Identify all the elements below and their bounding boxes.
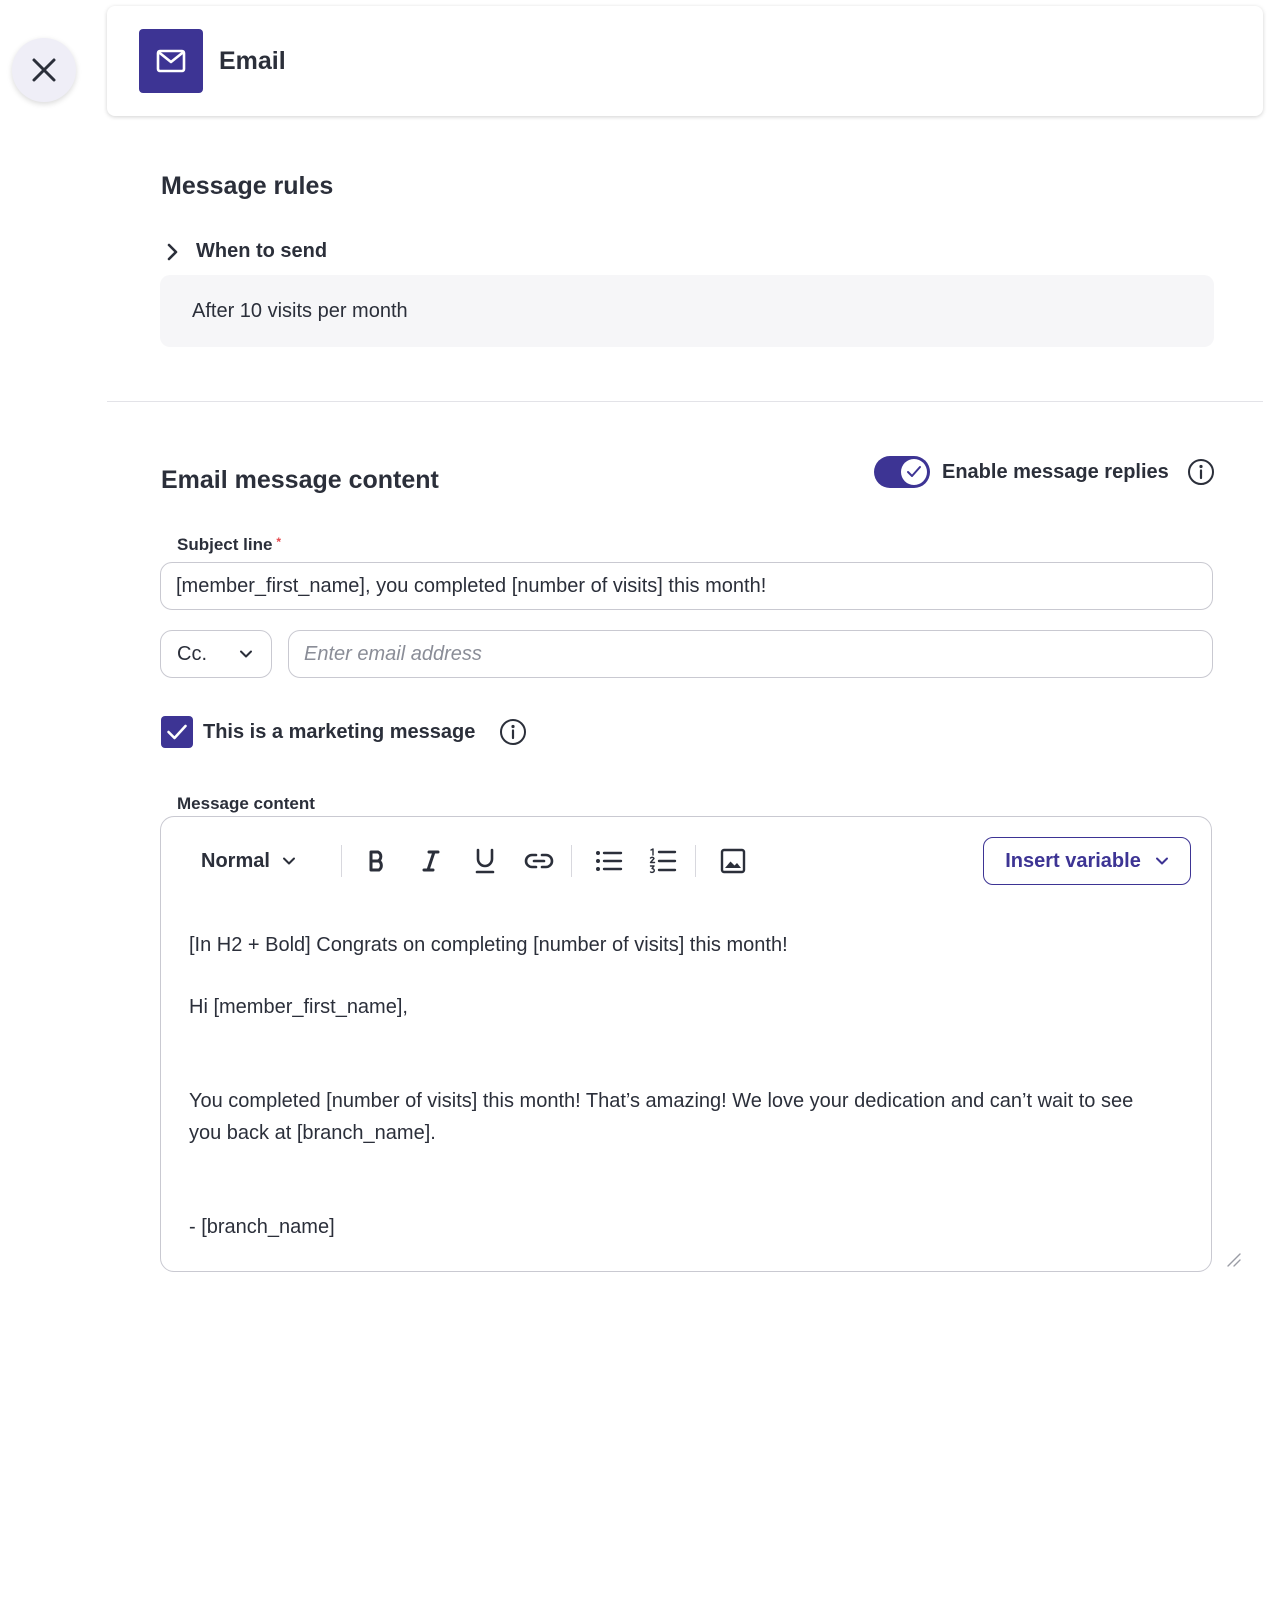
close-icon (32, 58, 56, 82)
message-editor: Normal Insert variable [In H2 + Bold] Co… (160, 816, 1212, 1272)
cc-select[interactable]: Cc. (160, 630, 272, 678)
text-format-select[interactable]: Normal (201, 837, 296, 885)
email-content-title: Email message content (161, 466, 439, 494)
check-icon (907, 466, 921, 477)
marketing-checkbox-label: This is a marketing message (203, 720, 476, 743)
info-icon[interactable] (499, 718, 527, 746)
chevron-down-icon (240, 650, 252, 658)
subject-line-label: Subject line * (177, 535, 281, 555)
link-icon (524, 853, 554, 869)
toolbar-separator (571, 845, 572, 877)
cc-select-value: Cc. (177, 642, 207, 665)
mail-icon-tile (139, 29, 203, 93)
send-rule-summary: After 10 visits per month (160, 275, 1214, 347)
toolbar-separator (341, 845, 342, 877)
message-content-label: Message content (177, 794, 315, 813)
insert-image-button[interactable] (713, 841, 753, 881)
enable-replies-label: Enable message replies (942, 460, 1169, 483)
toolbar-separator (695, 845, 696, 877)
body-main-paragraph: You completed [number of visits] this mo… (189, 1090, 1134, 1144)
resize-handle-icon (1227, 1253, 1241, 1267)
numbered-list-icon (649, 848, 677, 874)
channel-title: Email (219, 46, 286, 75)
numbered-list-button[interactable] (643, 841, 683, 881)
channel-header: Email (107, 6, 1263, 116)
link-button[interactable] (519, 841, 559, 881)
underline-icon (475, 848, 495, 874)
bold-icon (369, 850, 383, 872)
body-heading-line: [In H2 + Bold] Congrats on completing [n… (189, 934, 788, 956)
insert-variable-label: Insert variable (1005, 849, 1141, 872)
message-rules-title: Message rules (161, 172, 334, 200)
editor-resize-handle[interactable] (1226, 1252, 1242, 1273)
check-icon (167, 724, 187, 740)
toggle-knob (901, 459, 927, 485)
image-icon (720, 848, 746, 874)
bullet-list-button[interactable] (589, 841, 629, 881)
when-to-send-label: When to send (196, 240, 328, 262)
italic-icon (422, 850, 440, 872)
enable-replies-group: Enable message replies (874, 456, 1215, 488)
body-signature-line: - [branch_name] (189, 1216, 335, 1238)
marketing-message-row: This is a marketing message (161, 716, 527, 748)
chevron-right-icon (167, 243, 178, 260)
mail-icon (156, 49, 186, 73)
bold-button[interactable] (357, 841, 397, 881)
bullet-list-icon (596, 851, 623, 871)
when-to-send-toggle[interactable]: When to send (166, 240, 327, 263)
editor-toolbar: Normal Insert variable (161, 837, 1211, 885)
insert-variable-button[interactable]: Insert variable (983, 837, 1191, 885)
message-body[interactable]: [In H2 + Bold] Congrats on completing [n… (189, 929, 1169, 1243)
section-divider (107, 401, 1263, 402)
enable-replies-toggle[interactable] (874, 456, 930, 488)
marketing-checkbox[interactable] (161, 716, 193, 748)
chevron-down-icon (282, 857, 295, 865)
subject-line-input[interactable] (160, 562, 1213, 610)
subject-line-label-text: Subject line (177, 535, 273, 554)
email-address-input[interactable] (288, 630, 1213, 678)
chevron-down-icon (1155, 857, 1168, 865)
required-mark: * (276, 535, 282, 549)
underline-button[interactable] (465, 841, 505, 881)
info-icon[interactable] (1187, 458, 1215, 486)
body-greeting-line: Hi [member_first_name], (189, 996, 408, 1018)
send-rule-text: After 10 visits per month (192, 299, 408, 322)
close-button[interactable] (12, 38, 76, 102)
text-format-value: Normal (201, 849, 270, 872)
italic-button[interactable] (411, 841, 451, 881)
